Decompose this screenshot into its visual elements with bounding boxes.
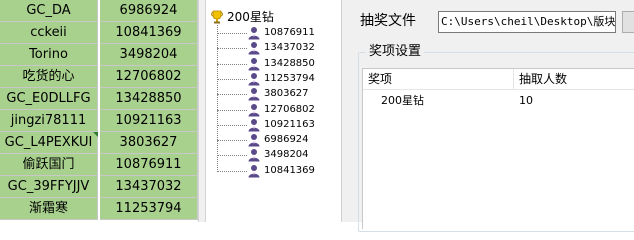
cell-username[interactable]: GC_E0DLLFG bbox=[0, 88, 98, 110]
trophy-icon bbox=[210, 10, 224, 24]
tree-node-label: 13437032 bbox=[264, 42, 315, 53]
tree-node-label: 12706802 bbox=[264, 104, 315, 115]
tree-node-label: 10841369 bbox=[264, 165, 315, 176]
tree-node-label: 11253794 bbox=[264, 73, 315, 84]
prize-list-view[interactable]: 奖项 抽取人数 200星钻 10 bbox=[362, 68, 634, 229]
tree-node[interactable]: 10841369 bbox=[217, 163, 315, 179]
cell-username[interactable]: jingzi78111 bbox=[0, 110, 98, 132]
cell-user-id[interactable]: 11253794 bbox=[100, 198, 198, 220]
tree-node[interactable]: 13437032 bbox=[217, 40, 315, 56]
tree-branch-line bbox=[217, 109, 247, 111]
cell-username[interactable]: 偷跃国门 bbox=[0, 154, 98, 176]
tree-branch-line bbox=[217, 63, 247, 65]
tree-node-label: 3498204 bbox=[264, 149, 309, 160]
sheet-row: GC_L4PEXKUI 3803627 bbox=[0, 132, 198, 155]
tree-node[interactable]: 12706802 bbox=[217, 102, 315, 118]
cell-username[interactable]: GC_DA bbox=[0, 0, 98, 22]
list-row[interactable]: 200星钻 10 bbox=[363, 92, 634, 110]
cell-user-id[interactable]: 13428850 bbox=[100, 88, 198, 110]
tree-node-label: 10921163 bbox=[264, 119, 315, 130]
user-icon bbox=[247, 133, 261, 147]
list-header: 奖项 抽取人数 bbox=[363, 69, 634, 90]
sheet-row: Torino 3498204 bbox=[0, 44, 198, 67]
cell-username[interactable]: GC_39FFYJJV bbox=[0, 176, 98, 198]
pane-splitter[interactable] bbox=[198, 0, 206, 222]
tree-branch-line bbox=[217, 93, 247, 95]
sheet-row: jingzi78111 10921163 bbox=[0, 110, 198, 133]
sheet-row: GC_DA 6986924 bbox=[0, 0, 198, 23]
list-cell-count: 10 bbox=[519, 94, 533, 107]
column-header-prize[interactable]: 奖项 bbox=[363, 69, 514, 89]
prize-tree-view[interactable]: 200星钻 10876911 13437032 13428850 11253794 38… bbox=[206, 0, 342, 222]
sheet-row: GC_E0DLLFG 13428850 bbox=[0, 88, 198, 111]
cell-user-id[interactable]: 10841369 bbox=[100, 22, 198, 44]
cell-user-id[interactable]: 12706802 bbox=[100, 66, 198, 88]
lottery-file-label: 抽奖文件 bbox=[360, 13, 416, 29]
cell-user-id[interactable]: 10921163 bbox=[100, 110, 198, 132]
user-icon bbox=[247, 72, 261, 86]
cell-user-id[interactable]: 13437032 bbox=[100, 176, 198, 198]
tree-root-node[interactable]: 200星钻 bbox=[210, 9, 274, 25]
cell-username[interactable]: 渐霜寒 bbox=[0, 198, 98, 220]
tree-node[interactable]: 6986924 bbox=[217, 132, 309, 148]
user-icon bbox=[247, 41, 261, 55]
tree-node[interactable]: 10921163 bbox=[217, 117, 315, 133]
app-window: GC_DA 6986924 cckeii 10841369 Torino 3498204 吃… bbox=[0, 0, 634, 232]
cell-username[interactable]: GC_L4PEXKUI bbox=[0, 132, 98, 154]
user-icon bbox=[247, 148, 261, 162]
prize-settings-title: 奖项设置 bbox=[366, 43, 425, 61]
tree-node[interactable]: 11253794 bbox=[217, 71, 315, 87]
user-icon bbox=[247, 103, 261, 117]
tree-node[interactable]: 3498204 bbox=[217, 147, 309, 163]
tree-branch-line bbox=[217, 139, 247, 141]
tree-branch-line bbox=[217, 124, 247, 126]
settings-panel: 抽奖文件 C:\Users\cheil\Desktop\版块活 奖项设置 奖项 … bbox=[342, 0, 634, 232]
cell-username[interactable]: 吃货的心 bbox=[0, 66, 98, 88]
cell-username[interactable]: cckeii bbox=[0, 22, 98, 44]
user-icon bbox=[247, 164, 261, 178]
cell-user-id[interactable]: 6986924 bbox=[100, 0, 198, 22]
sheet-row: 渐霜寒 11253794 bbox=[0, 198, 198, 221]
user-icon bbox=[247, 57, 261, 71]
tree-branch-line bbox=[217, 32, 247, 34]
tree-node-label: 13428850 bbox=[264, 58, 315, 69]
tree-branch-line bbox=[217, 170, 247, 172]
tree-branch-line bbox=[217, 47, 247, 49]
sheet-row: cckeii 10841369 bbox=[0, 22, 198, 45]
tree-node[interactable]: 13428850 bbox=[217, 56, 315, 72]
sheet-row: 吃货的心 12706802 bbox=[0, 66, 198, 89]
tree-node-label: 10876911 bbox=[264, 27, 315, 38]
tree-node-label: 6986924 bbox=[264, 134, 309, 145]
tree-node[interactable]: 10876911 bbox=[217, 25, 315, 41]
sheet-row: GC_39FFYJJV 13437032 bbox=[0, 176, 198, 199]
sheet-row: 偷跃国门 10876911 bbox=[0, 154, 198, 177]
cell-user-id[interactable]: 3498204 bbox=[100, 44, 198, 66]
tree-node-label: 3803627 bbox=[264, 88, 309, 99]
user-icon bbox=[247, 26, 261, 40]
cell-username[interactable]: Torino bbox=[0, 44, 98, 66]
cell-user-id[interactable]: 10876911 bbox=[100, 154, 198, 176]
list-cell-prize: 200星钻 bbox=[381, 94, 424, 107]
lottery-file-path-field[interactable]: C:\Users\cheil\Desktop\版块活 bbox=[438, 11, 616, 33]
cell-error-marker bbox=[93, 132, 98, 137]
column-header-count[interactable]: 抽取人数 bbox=[514, 69, 634, 89]
user-icon bbox=[247, 87, 261, 101]
user-icon bbox=[247, 118, 261, 132]
tree-root-label: 200星钻 bbox=[227, 10, 274, 24]
browse-button[interactable] bbox=[622, 11, 634, 33]
tree-branch-line bbox=[217, 154, 247, 156]
tree-node[interactable]: 3803627 bbox=[217, 86, 309, 102]
tree-branch-line bbox=[217, 78, 247, 80]
spreadsheet: GC_DA 6986924 cckeii 10841369 Torino 3498204 吃… bbox=[0, 0, 198, 222]
cell-user-id[interactable]: 3803627 bbox=[100, 132, 198, 154]
